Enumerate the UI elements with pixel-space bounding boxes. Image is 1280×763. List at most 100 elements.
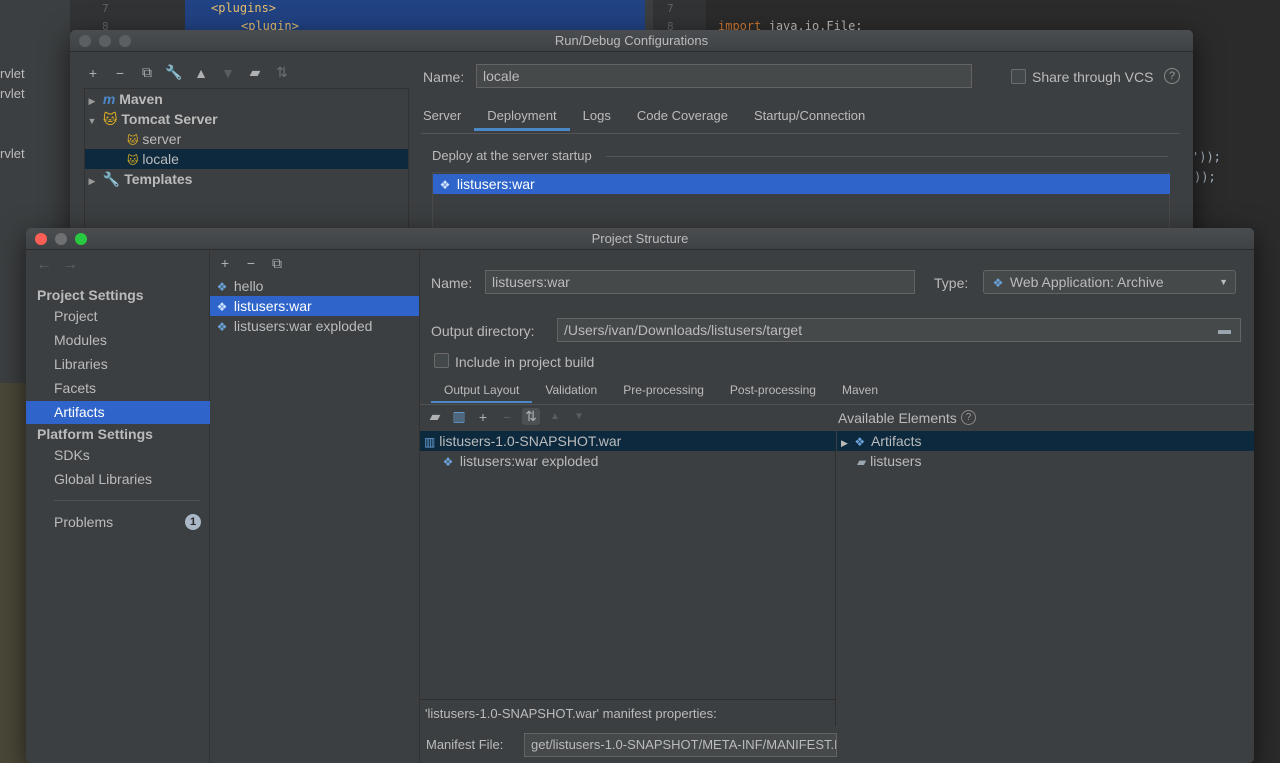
subtabs-divider bbox=[420, 404, 1254, 405]
artifact-icon: ❖ bbox=[216, 300, 228, 314]
folder-icon[interactable]: ▬ bbox=[1218, 322, 1231, 337]
remove-icon[interactable]: − bbox=[111, 65, 129, 81]
artifact-list-item[interactable]: ❖ listusers:war bbox=[210, 296, 419, 316]
include-build-checkbox[interactable] bbox=[434, 353, 449, 368]
sidebar-item-modules[interactable]: Modules bbox=[26, 329, 210, 352]
layout-tree-label: listusers:war exploded bbox=[459, 453, 599, 469]
type-select[interactable]: ❖ Web Application: Archive ▼ bbox=[983, 270, 1236, 294]
tree-item-locale[interactable]: 🐱 locale bbox=[85, 149, 408, 169]
sort-icon[interactable]: ⇅ bbox=[522, 408, 540, 425]
expand-arrow-icon[interactable]: ▶ bbox=[85, 91, 99, 111]
minimize-button[interactable] bbox=[99, 35, 111, 47]
window-titlebar: Run/Debug Configurations bbox=[70, 30, 1193, 52]
artifact-icon: ❖ bbox=[439, 178, 451, 192]
artifacts-toolbar: + − ⧉ bbox=[216, 255, 286, 272]
share-vcs-label: Share through VCS bbox=[1032, 69, 1154, 85]
tree-item-label: Tomcat Server bbox=[121, 111, 218, 127]
folder-icon[interactable]: ▰ bbox=[246, 64, 264, 81]
tab-deployment[interactable]: Deployment bbox=[474, 101, 570, 131]
available-tree-item[interactable]: ▰ listusers bbox=[857, 451, 921, 471]
line-number: 7 bbox=[667, 2, 674, 15]
layout-tree-item[interactable]: ▥ listusers-1.0-SNAPSHOT.war bbox=[420, 431, 836, 451]
share-vcs-checkbox[interactable] bbox=[1011, 69, 1026, 84]
collapse-arrow-icon[interactable]: ▼ bbox=[85, 111, 99, 131]
sidebar-item-facets[interactable]: Facets bbox=[26, 377, 210, 400]
project-settings-header: Project Settings bbox=[37, 287, 144, 303]
zoom-button[interactable] bbox=[119, 35, 131, 47]
subtab-post-processing[interactable]: Post-processing bbox=[717, 377, 829, 403]
new-directory-icon[interactable]: ▰ bbox=[426, 408, 444, 425]
type-select-value: Web Application: Archive bbox=[1009, 274, 1164, 290]
copy-icon[interactable]: ⧉ bbox=[268, 255, 286, 272]
sidebar-item-sdks[interactable]: SDKs bbox=[26, 444, 210, 467]
subtab-validation[interactable]: Validation bbox=[532, 377, 610, 403]
remove-icon[interactable]: − bbox=[242, 255, 260, 272]
archive-icon[interactable]: ▥ bbox=[450, 408, 468, 425]
code-line: )); bbox=[1194, 170, 1216, 184]
tree-item-templates[interactable]: ▶ 🔧 Templates bbox=[85, 169, 408, 189]
close-button[interactable] bbox=[35, 233, 47, 245]
window-titlebar: Project Structure bbox=[26, 228, 1254, 250]
layout-tree-item[interactable]: ❖ listusers:war exploded bbox=[440, 451, 599, 471]
manifest-divider bbox=[420, 699, 836, 700]
expand-arrow-icon[interactable]: ▶ bbox=[85, 171, 99, 191]
artifact-icon: ❖ bbox=[216, 280, 228, 294]
tab-startup-connection[interactable]: Startup/Connection bbox=[741, 101, 878, 131]
forward-arrow-icon[interactable]: → bbox=[62, 256, 78, 274]
artifact-list-item[interactable]: ❖ listusers:war exploded bbox=[210, 316, 419, 336]
tree-item-maven[interactable]: ▶ m Maven bbox=[85, 89, 408, 109]
subtab-maven[interactable]: Maven bbox=[829, 377, 891, 403]
close-button[interactable] bbox=[79, 35, 91, 47]
tab-server[interactable]: Server bbox=[410, 101, 474, 131]
sidebar-item-problems[interactable]: Problems 1 bbox=[26, 511, 210, 534]
output-layout-area: ▥ listusers-1.0-SNAPSHOT.war ❖ listusers… bbox=[420, 431, 1254, 763]
tree-item-tomcat-server[interactable]: ▼ 🐱 Tomcat Server bbox=[85, 109, 408, 129]
artifact-name-input[interactable]: listusers:war bbox=[485, 270, 915, 294]
move-up-icon[interactable]: ▲ bbox=[192, 65, 210, 81]
add-copy-icon[interactable]: + bbox=[474, 409, 492, 425]
config-name-input[interactable]: locale bbox=[476, 64, 972, 88]
window-title: Project Structure bbox=[591, 231, 689, 246]
move-up-icon[interactable]: ▲ bbox=[546, 411, 564, 422]
background-file-item: rvlet bbox=[0, 146, 25, 161]
manifest-file-input[interactable]: get/listusers-1.0-SNAPSHOT/META-INF/MANI… bbox=[524, 733, 837, 757]
add-icon[interactable]: + bbox=[84, 65, 102, 81]
background-gutter: 7 8 bbox=[653, 0, 706, 33]
output-layout-tree: ▥ listusers-1.0-SNAPSHOT.war ❖ listusers… bbox=[420, 431, 836, 726]
available-tree-label: listusers bbox=[870, 453, 922, 469]
code-line: ')); bbox=[1192, 150, 1221, 164]
available-tree-item[interactable]: ▶ ❖ Artifacts bbox=[837, 431, 1254, 451]
sidebar-item-artifacts[interactable]: Artifacts bbox=[26, 401, 210, 424]
tomcat-icon: 🐱 bbox=[102, 111, 118, 127]
platform-settings-header: Platform Settings bbox=[37, 426, 153, 442]
deploy-list-item[interactable]: ❖ listusers:war bbox=[433, 174, 1170, 194]
tab-code-coverage[interactable]: Code Coverage bbox=[624, 101, 741, 131]
subtab-pre-processing[interactable]: Pre-processing bbox=[610, 377, 717, 403]
tree-item-server[interactable]: 🐱 server bbox=[85, 129, 408, 149]
move-down-icon[interactable]: ▼ bbox=[219, 65, 237, 81]
sidebar-item-global-libraries[interactable]: Global Libraries bbox=[26, 468, 210, 491]
artifact-details-panel: Name: listusers:war Type: ❖ Web Applicat… bbox=[420, 251, 1254, 763]
output-dir-input[interactable]: /Users/ivan/Downloads/listusers/target bbox=[557, 318, 1241, 342]
tree-item-label: Templates bbox=[124, 171, 193, 187]
artifact-list-item[interactable]: ❖ hello bbox=[210, 276, 419, 296]
subtab-output-layout[interactable]: Output Layout bbox=[431, 377, 533, 403]
copy-icon[interactable]: ⧉ bbox=[138, 64, 156, 81]
minimize-button[interactable] bbox=[55, 233, 67, 245]
wrench-icon[interactable]: 🔧 bbox=[165, 64, 183, 81]
expand-arrow-icon[interactable]: ▶ bbox=[841, 438, 848, 448]
help-icon[interactable]: ? bbox=[1164, 68, 1180, 84]
available-elements-tree: ▶ ❖ Artifacts ▰ listusers bbox=[837, 431, 1254, 726]
run-debug-configurations-window: Run/Debug Configurations + − ⧉ 🔧 ▲ ▼ ▰ ⇅… bbox=[70, 30, 1193, 260]
add-icon[interactable]: + bbox=[216, 255, 234, 272]
move-down-icon[interactable]: ▼ bbox=[570, 411, 588, 422]
sidebar-item-libraries[interactable]: Libraries bbox=[26, 353, 210, 376]
tab-logs[interactable]: Logs bbox=[570, 101, 624, 131]
back-arrow-icon[interactable]: ← bbox=[36, 256, 52, 274]
zoom-button[interactable] bbox=[75, 233, 87, 245]
help-icon[interactable]: ? bbox=[961, 410, 976, 425]
sidebar-item-project[interactable]: Project bbox=[26, 305, 210, 328]
sort-icon[interactable]: ⇅ bbox=[273, 64, 291, 81]
background-file-item: rvlet bbox=[0, 66, 25, 81]
remove-icon[interactable]: − bbox=[498, 409, 516, 425]
